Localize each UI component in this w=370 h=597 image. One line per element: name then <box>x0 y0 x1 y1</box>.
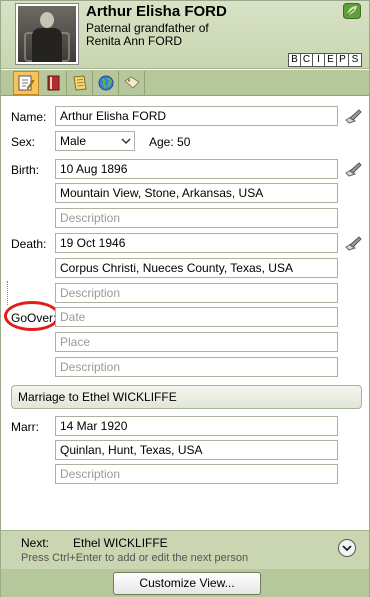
book-icon <box>47 75 59 91</box>
marr-place-field[interactable]: Quinlan, Hunt, Texas, USA <box>55 440 338 460</box>
expand-next-button[interactable] <box>338 539 356 557</box>
dotted-guide <box>7 281 8 305</box>
flag-c[interactable]: C <box>301 54 313 66</box>
marr-description-field[interactable]: Description <box>55 464 338 484</box>
next-label: Next: <box>21 536 50 550</box>
places-tab-button[interactable] <box>93 71 119 95</box>
flag-s[interactable]: S <box>349 54 361 66</box>
labels-tab-button[interactable] <box>119 71 145 95</box>
death-place-field[interactable]: Corpus Christi, Nueces County, Texas, US… <box>55 258 338 278</box>
relationship-line-2: Renita Ann FORD <box>86 34 183 48</box>
edit-tab-button[interactable] <box>13 71 39 95</box>
person-photo[interactable] <box>15 3 79 65</box>
goover-description-field[interactable]: Description <box>55 357 338 377</box>
birth-description-field[interactable]: Description <box>55 208 338 228</box>
customize-view-button[interactable]: Customize View... <box>113 572 261 595</box>
goover-place-field[interactable]: Place <box>55 332 338 352</box>
next-person-name[interactable]: Ethel WICKLIFFE <box>73 536 168 550</box>
birth-date-field[interactable]: 10 Aug 1896 <box>55 159 338 179</box>
person-header: Arthur Elisha FORD Paternal grandfather … <box>1 1 369 69</box>
marr-label: Marr: <box>11 420 39 434</box>
edit-icon <box>18 75 35 91</box>
name-field[interactable]: Arthur Elisha FORD <box>55 106 338 126</box>
flag-e[interactable]: E <box>325 54 337 66</box>
flag-b[interactable]: B <box>289 54 301 66</box>
flag-p[interactable]: P <box>337 54 349 66</box>
marr-date-field[interactable]: 14 Mar 1920 <box>55 416 338 436</box>
next-person-footer: Next: Ethel WICKLIFFE Press Ctrl+Enter t… <box>1 530 369 569</box>
flag-i[interactable]: I <box>313 54 325 66</box>
goover-date-field[interactable]: Date <box>55 307 338 327</box>
person-form: Name: Arthur Elisha FORD Sex: Male Age: … <box>1 97 369 527</box>
leaf-icon[interactable] <box>343 3 361 19</box>
death-date-field[interactable]: 19 Oct 1946 <box>55 233 338 253</box>
goover-label: GoOver: <box>11 311 57 325</box>
sex-label: Sex: <box>11 135 36 149</box>
edit-birth-icon[interactable] <box>345 161 363 177</box>
tag-icon <box>123 76 140 89</box>
view-toolbar <box>1 70 369 96</box>
relationship-text: Paternal grandfather of Renita Ann FORD <box>86 22 286 48</box>
sex-select[interactable]: Male <box>55 131 135 151</box>
death-label: Death: <box>11 237 47 251</box>
bottom-bar: Customize View... <box>1 569 369 597</box>
notes-icon <box>72 75 87 91</box>
edit-death-icon[interactable] <box>345 235 363 251</box>
name-label: Name: <box>11 110 47 124</box>
sex-select-value: Male <box>60 134 87 148</box>
notes-tab-button[interactable] <box>67 71 93 95</box>
chevron-down-icon <box>121 138 131 145</box>
chevron-down-icon <box>342 545 352 552</box>
person-edit-panel: Arthur Elisha FORD Paternal grandfather … <box>0 0 370 597</box>
death-description-field[interactable]: Description <box>55 283 338 303</box>
marriage-section-header[interactable]: Marriage to Ethel WICKLIFFE <box>11 385 362 409</box>
person-name-title: Arthur Elisha FORD <box>86 3 227 20</box>
age-text: Age: 50 <box>149 135 191 149</box>
birth-label: Birth: <box>11 163 40 177</box>
globe-icon <box>98 75 113 91</box>
edit-name-icon[interactable] <box>345 108 363 124</box>
status-flags: B C I E P S <box>288 53 362 67</box>
next-hint-text: Press Ctrl+Enter to add or edit the next… <box>21 552 249 564</box>
birth-place-field[interactable]: Mountain View, Stone, Arkansas, USA <box>55 183 338 203</box>
sources-tab-button[interactable] <box>41 71 67 95</box>
